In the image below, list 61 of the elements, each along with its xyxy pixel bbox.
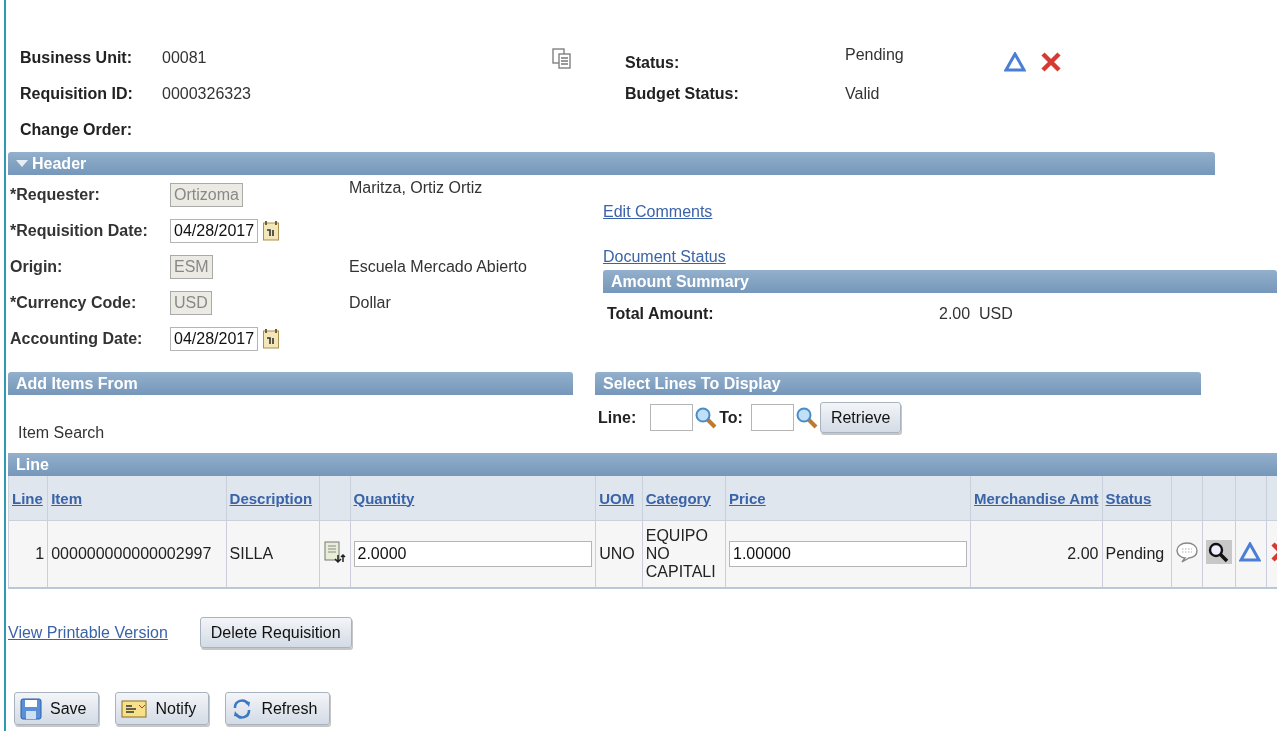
calendar-icon[interactable] — [262, 328, 281, 350]
input-field[interactable] — [650, 404, 694, 431]
save-button[interactable]: Save — [14, 692, 100, 725]
status-label: Budget Status: — [625, 85, 739, 102]
field-value: 0000326323 — [162, 85, 251, 102]
field-description: Dollar — [349, 294, 391, 311]
link[interactable]: Edit Comments — [603, 203, 713, 221]
envelope-icon — [121, 697, 148, 720]
input-field[interactable]: 04/28/2017 — [170, 327, 259, 351]
section-title: Amount Summary — [611, 272, 749, 291]
table-cell: Pending — [1105, 545, 1165, 562]
input-field[interactable]: 04/28/2017 — [170, 219, 259, 243]
table-cell: 2.00 — [1067, 545, 1099, 562]
field-label: Business Unit: — [20, 49, 132, 66]
document-icon[interactable] — [322, 540, 347, 564]
collapse-icon[interactable] — [16, 159, 28, 168]
refresh-button[interactable]: Refresh — [225, 692, 331, 725]
field-description: Escuela Mercado Abierto — [349, 258, 527, 275]
delete-icon[interactable] — [1040, 51, 1062, 73]
table-cell: SILLA — [229, 545, 274, 562]
field-label: Accounting Date: — [10, 330, 143, 347]
currency-value: USD — [979, 305, 1013, 323]
table-cell: 000000000000002997 — [51, 545, 212, 562]
table-cell: 1 — [35, 545, 45, 562]
table-cell: EQUIPO NO CAPITALI — [645, 527, 716, 580]
save-icon — [20, 697, 42, 720]
table-cell: UNO — [599, 545, 635, 562]
delete-requisition-button[interactable]: Delete Requisition — [199, 617, 352, 648]
field-label: Line: — [598, 408, 637, 426]
search-icon[interactable] — [1206, 540, 1233, 564]
amount-value: 2.00 — [939, 305, 971, 323]
field-value: 00081 — [162, 49, 207, 66]
link[interactable]: Document Status — [603, 248, 726, 266]
field-label: Requisition ID: — [20, 85, 133, 102]
status-label: Status: — [625, 54, 680, 71]
item-search-link[interactable]: Item Search — [18, 424, 105, 441]
notify-button[interactable]: Notify — [115, 692, 210, 725]
field-label: To: — [719, 408, 743, 426]
view-printable-link[interactable]: View Printable Version — [8, 623, 168, 642]
status-value: Pending — [845, 46, 904, 63]
calendar-icon[interactable] — [262, 220, 281, 242]
triangle-icon[interactable] — [1004, 52, 1026, 72]
input-field[interactable]: 2.0000 — [353, 541, 592, 567]
retrieve-button[interactable]: Retrieve — [819, 402, 902, 433]
section-title: Select Lines To Display — [603, 374, 781, 393]
input-field[interactable] — [750, 404, 794, 431]
triangle-icon[interactable] — [1239, 542, 1262, 562]
input-field[interactable]: 1.00000 — [729, 541, 967, 567]
copy-icon[interactable] — [552, 48, 572, 70]
field-description: Maritza, Ortiz Ortiz — [349, 179, 483, 196]
field-label: Total Amount: — [607, 305, 714, 322]
field-label: *Requisition Date: — [10, 222, 148, 239]
status-value: Valid — [845, 85, 880, 102]
section-title: Header — [32, 154, 87, 173]
comment-icon[interactable] — [1175, 541, 1200, 563]
field-label: Change Order: — [20, 121, 132, 138]
section-title: Add Items From — [16, 374, 138, 393]
field-label: Origin: — [10, 258, 63, 275]
section-title: Line — [16, 455, 49, 474]
field-label: *Currency Code: — [10, 294, 137, 311]
field-label: *Requester: — [10, 186, 100, 203]
